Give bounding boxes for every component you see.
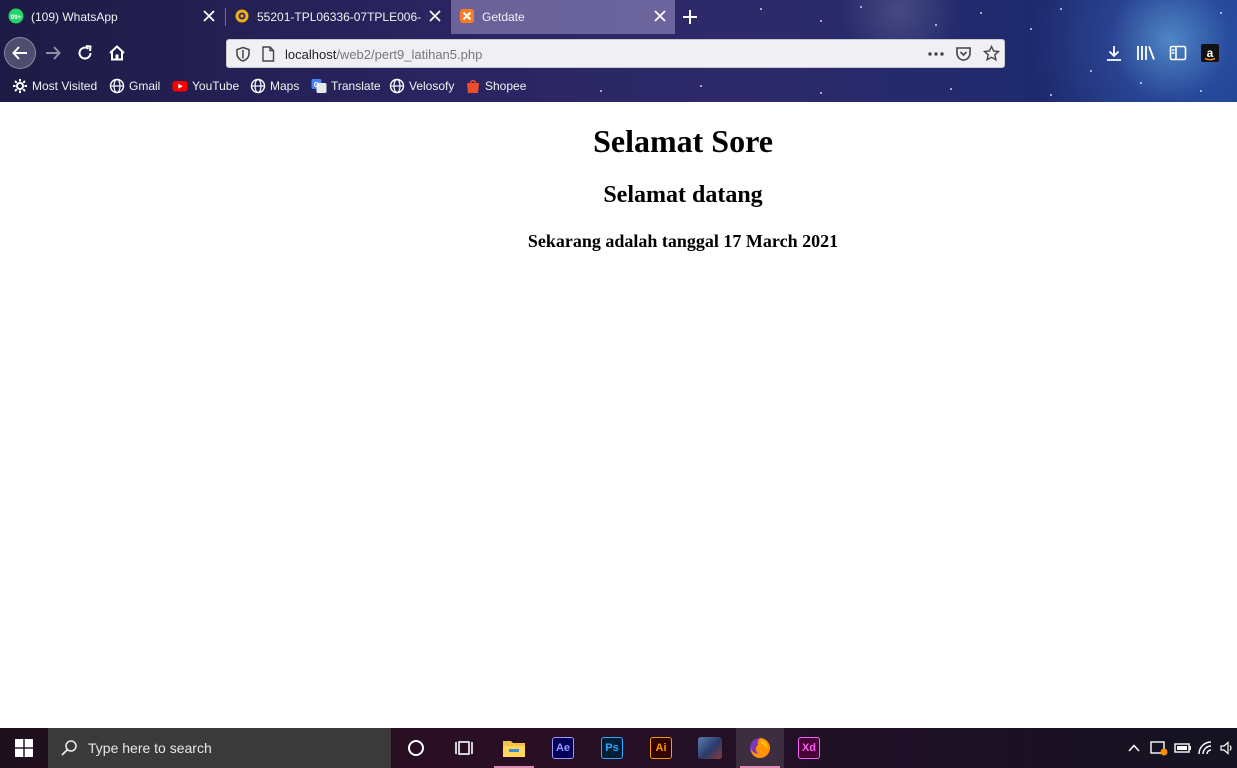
greeting-heading: Selamat Sore	[593, 123, 773, 159]
tab-label: 55201-TPL06336-07TPLE006-20	[257, 10, 421, 24]
bookmark-youtube[interactable]: YouTube	[172, 78, 239, 94]
page-content: Selamat Sore Selamat datang Sekarang ada…	[0, 102, 1237, 728]
bookmark-label: Velosofy	[409, 79, 455, 93]
close-icon[interactable]	[428, 9, 442, 23]
browser-chrome: 99+ (109) WhatsApp 55201-TPL06336-07TPLE…	[0, 0, 1237, 102]
bookmark-most-visited[interactable]: Most Visited	[12, 78, 97, 94]
task-view-button[interactable]	[440, 728, 488, 768]
bookmark-label: Shopee	[485, 79, 527, 93]
taskbar-firefox[interactable]	[736, 728, 784, 768]
volume-icon[interactable]	[1220, 741, 1234, 755]
home-icon	[109, 45, 125, 61]
bookmark-maps[interactable]: Maps	[250, 78, 299, 94]
home-button[interactable]	[101, 37, 133, 69]
shield-icon[interactable]	[235, 46, 251, 67]
taskbar-after-effects[interactable]: Ae	[539, 728, 587, 768]
tab-university[interactable]: 55201-TPL06336-07TPLE006-20	[226, 0, 450, 34]
bookmark-gmail[interactable]: Gmail	[109, 78, 160, 94]
translate-icon: G	[311, 78, 327, 94]
pocket-icon[interactable]	[955, 45, 972, 67]
bookmark-shopee[interactable]: Shopee	[465, 78, 526, 94]
svg-text:99+: 99+	[10, 14, 21, 21]
university-logo-icon	[234, 8, 250, 27]
whatsapp-icon: 99+	[8, 8, 24, 27]
svg-text:a: a	[1207, 46, 1214, 60]
url-bar[interactable]: localhost/web2/pert9_latihan5.php	[226, 39, 1005, 68]
bookmark-translate[interactable]: G Translate	[311, 78, 381, 94]
task-view-icon	[455, 741, 473, 755]
search-icon	[60, 739, 78, 757]
tab-whatsapp[interactable]: 99+ (109) WhatsApp	[0, 0, 224, 34]
bookmark-label: Gmail	[129, 79, 161, 93]
date-heading: Sekarang adalah tanggal 17 March 2021	[527, 231, 839, 251]
taskbar-adobe-xd[interactable]: Xd	[785, 728, 833, 768]
url-host: localhost	[285, 47, 337, 62]
reload-button[interactable]	[69, 37, 101, 69]
sidebar-icon[interactable]	[1169, 44, 1187, 67]
system-tray	[1126, 728, 1234, 768]
taskbar-photoshop[interactable]: Ps	[588, 728, 636, 768]
url-text[interactable]: localhost/web2/pert9_latihan5.php	[285, 47, 482, 62]
tab-getdate[interactable]: Getdate	[451, 0, 675, 34]
close-icon[interactable]	[202, 9, 216, 23]
taskbar-file-explorer[interactable]	[490, 728, 538, 768]
windows-icon	[15, 739, 33, 757]
svg-text:G: G	[314, 82, 320, 89]
shopee-icon	[465, 78, 481, 94]
youtube-icon	[172, 78, 188, 94]
taskbar: Type here to search Ae Ps Ai Xd	[0, 728, 1237, 768]
globe-icon	[389, 78, 405, 94]
after-effects-icon: Ae	[552, 737, 574, 759]
tab-label: Getdate	[482, 10, 525, 24]
taskbar-game[interactable]	[686, 728, 734, 768]
search-placeholder: Type here to search	[88, 740, 212, 756]
plus-icon	[683, 10, 697, 24]
reload-icon	[78, 45, 92, 60]
adobe-xd-icon: Xd	[798, 737, 820, 759]
action-center-warning-icon[interactable]	[1150, 740, 1168, 756]
tab-label: (109) WhatsApp	[31, 10, 118, 24]
amazon-icon[interactable]: a	[1201, 44, 1219, 67]
globe-icon	[109, 78, 125, 94]
cortana-icon	[408, 740, 424, 756]
bookmark-star-icon[interactable]	[982, 44, 1001, 67]
battery-icon[interactable]	[1174, 741, 1192, 755]
bookmarks-toolbar: Most Visited Gmail YouTube Maps G Transl…	[0, 74, 1237, 101]
globe-icon	[250, 78, 266, 94]
game-icon	[698, 737, 722, 759]
wifi-icon[interactable]	[1198, 741, 1214, 755]
close-icon[interactable]	[653, 9, 667, 23]
taskbar-search[interactable]: Type here to search	[48, 728, 391, 768]
bookmark-label: Most Visited	[32, 79, 98, 93]
taskbar-illustrator[interactable]: Ai	[637, 728, 685, 768]
firefox-icon	[750, 738, 770, 758]
tab-strip: 99+ (109) WhatsApp 55201-TPL06336-07TPLE…	[0, 0, 1237, 34]
cortana-button[interactable]	[392, 728, 440, 768]
welcome-heading: Selamat datang	[603, 182, 763, 208]
arrow-left-icon	[12, 46, 27, 60]
download-icon[interactable]	[1105, 44, 1123, 67]
photoshop-icon: Ps	[601, 737, 623, 759]
bookmark-label: Translate	[331, 79, 381, 93]
forward-button[interactable]	[37, 37, 69, 69]
page-info-icon[interactable]	[261, 46, 275, 67]
gear-icon	[12, 78, 28, 94]
bookmark-velosofy[interactable]: Velosofy	[389, 78, 454, 94]
bookmark-label: YouTube	[192, 79, 240, 93]
navigation-toolbar: localhost/web2/pert9_latihan5.php a	[0, 34, 1237, 72]
library-icon[interactable]	[1136, 44, 1156, 67]
url-path: /web2/pert9_latihan5.php	[336, 47, 483, 62]
illustrator-icon: Ai	[650, 737, 672, 759]
chevron-up-icon[interactable]	[1126, 743, 1142, 753]
back-button[interactable]	[4, 37, 36, 69]
xampp-icon	[459, 8, 475, 27]
bookmark-label: Maps	[270, 79, 300, 93]
new-tab-button[interactable]	[680, 7, 700, 27]
arrow-right-icon	[46, 46, 61, 60]
start-button[interactable]	[0, 728, 48, 768]
more-actions-icon[interactable]	[927, 46, 945, 67]
folder-icon	[503, 741, 525, 757]
